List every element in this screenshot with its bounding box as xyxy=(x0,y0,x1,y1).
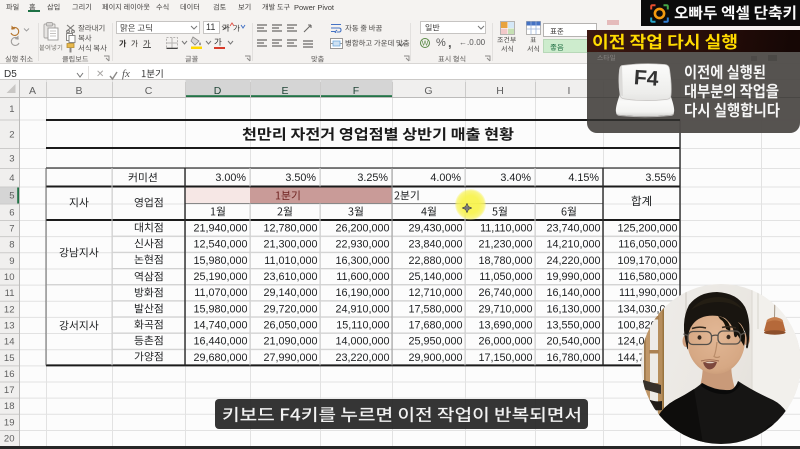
svg-text:24,910,000: 24,910,000 xyxy=(335,303,389,315)
svg-text:B: B xyxy=(75,85,82,97)
svg-text:13: 13 xyxy=(4,320,15,331)
svg-text:16,440,000: 16,440,000 xyxy=(193,336,247,348)
svg-text:20: 20 xyxy=(4,434,15,445)
svg-text:14: 14 xyxy=(4,337,15,348)
svg-text:29,680,000: 29,680,000 xyxy=(193,352,247,364)
svg-text:13,550,000: 13,550,000 xyxy=(546,319,600,331)
svg-text:11: 11 xyxy=(5,288,15,299)
svg-text:116,050,000: 116,050,000 xyxy=(618,239,677,251)
svg-text:3.55%: 3.55% xyxy=(645,172,676,184)
svg-text:17,580,000: 17,580,000 xyxy=(408,303,462,315)
svg-text:29,720,000: 29,720,000 xyxy=(263,303,317,315)
svg-text:17,150,000: 17,150,000 xyxy=(478,352,532,364)
svg-text:24,220,000: 24,220,000 xyxy=(546,255,600,267)
svg-text:D: D xyxy=(214,85,222,97)
svg-text:26,740,000: 26,740,000 xyxy=(478,287,532,299)
svg-text:20,540,000: 20,540,000 xyxy=(546,336,600,348)
svg-text:14,000,000: 14,000,000 xyxy=(335,336,389,348)
svg-text:19,990,000: 19,990,000 xyxy=(546,271,600,283)
svg-text:8: 8 xyxy=(9,240,14,251)
svg-text:11,110,000: 11,110,000 xyxy=(480,223,532,235)
svg-text:23,740,000: 23,740,000 xyxy=(546,223,600,235)
svg-text:10: 10 xyxy=(4,272,15,283)
svg-text:16,140,000: 16,140,000 xyxy=(546,287,600,299)
svg-text:C: C xyxy=(145,85,153,97)
svg-text:4.15%: 4.15% xyxy=(568,172,599,184)
svg-text:11,010,000: 11,010,000 xyxy=(264,255,317,267)
svg-text:27,990,000: 27,990,000 xyxy=(263,352,317,364)
svg-text:109,170,000: 109,170,000 xyxy=(617,255,677,267)
svg-text:25,950,000: 25,950,000 xyxy=(408,336,462,348)
svg-text:F4: F4 xyxy=(633,66,659,91)
svg-text:G: G xyxy=(424,85,432,97)
svg-text:18: 18 xyxy=(4,401,15,412)
svg-text:11,600,000: 11,600,000 xyxy=(336,271,389,283)
svg-text:16,300,000: 16,300,000 xyxy=(335,255,389,267)
svg-text:15,980,000: 15,980,000 xyxy=(193,255,247,267)
svg-text:15: 15 xyxy=(4,353,15,364)
svg-text:25,190,000: 25,190,000 xyxy=(193,271,247,283)
svg-text:7: 7 xyxy=(9,224,14,235)
svg-text:4: 4 xyxy=(9,173,14,184)
svg-text:13,690,000: 13,690,000 xyxy=(478,319,532,331)
svg-text:F: F xyxy=(353,85,359,97)
svg-text:18,780,000: 18,780,000 xyxy=(478,255,532,267)
svg-text:3.40%: 3.40% xyxy=(500,172,531,184)
svg-text:3: 3 xyxy=(9,154,14,165)
svg-text:3.00%: 3.00% xyxy=(215,172,246,184)
svg-text:11,050,000: 11,050,000 xyxy=(479,271,532,283)
svg-text:2: 2 xyxy=(9,129,14,140)
svg-text:21,090,000: 21,090,000 xyxy=(263,336,317,348)
svg-text:29,140,000: 29,140,000 xyxy=(263,287,317,299)
svg-text:E: E xyxy=(281,85,288,97)
svg-text:29,710,000: 29,710,000 xyxy=(478,303,532,315)
svg-text:14,740,000: 14,740,000 xyxy=(193,319,247,331)
svg-text:23,610,000: 23,610,000 xyxy=(263,271,317,283)
svg-text:4.00%: 4.00% xyxy=(430,172,461,184)
svg-text:12,780,000: 12,780,000 xyxy=(263,223,317,235)
svg-text:1: 1 xyxy=(9,104,14,115)
svg-text:12,710,000: 12,710,000 xyxy=(408,287,462,299)
svg-text:14,210,000: 14,210,000 xyxy=(546,239,600,251)
svg-text:19: 19 xyxy=(4,417,15,428)
svg-text:23,840,000: 23,840,000 xyxy=(408,239,462,251)
svg-text:3.50%: 3.50% xyxy=(285,172,316,184)
svg-text:26,000,000: 26,000,000 xyxy=(478,336,532,348)
svg-text:23,220,000: 23,220,000 xyxy=(335,352,389,364)
svg-text:15,110,000: 15,110,000 xyxy=(336,319,389,331)
svg-text:17: 17 xyxy=(4,385,15,396)
svg-text:12,540,000: 12,540,000 xyxy=(193,239,247,251)
svg-text:12: 12 xyxy=(4,304,15,315)
svg-text:22,930,000: 22,930,000 xyxy=(335,239,389,251)
svg-text:I: I xyxy=(568,85,571,97)
svg-text:16,190,000: 16,190,000 xyxy=(335,287,389,299)
svg-text:116,580,000: 116,580,000 xyxy=(618,271,677,283)
svg-text:H: H xyxy=(496,85,504,97)
svg-text:16: 16 xyxy=(4,369,15,380)
svg-text:16,130,000: 16,130,000 xyxy=(546,303,600,315)
svg-text:25,140,000: 25,140,000 xyxy=(408,271,462,283)
svg-text:21,300,000: 21,300,000 xyxy=(263,239,317,251)
svg-text:15,980,000: 15,980,000 xyxy=(193,303,247,315)
svg-text:26,200,000: 26,200,000 xyxy=(335,223,389,235)
svg-text:22,880,000: 22,880,000 xyxy=(408,255,462,267)
svg-text:29,430,000: 29,430,000 xyxy=(408,223,462,235)
svg-text:3.25%: 3.25% xyxy=(357,172,388,184)
svg-text:5: 5 xyxy=(9,191,14,202)
svg-text:16,780,000: 16,780,000 xyxy=(546,352,600,364)
svg-text:26,050,000: 26,050,000 xyxy=(263,319,317,331)
svg-text:125,200,000: 125,200,000 xyxy=(617,223,677,235)
svg-text:21,940,000: 21,940,000 xyxy=(193,223,247,235)
svg-text:6: 6 xyxy=(9,207,14,218)
svg-text:9: 9 xyxy=(9,256,14,267)
svg-text:21,230,000: 21,230,000 xyxy=(478,239,532,251)
svg-text:17,680,000: 17,680,000 xyxy=(408,319,462,331)
svg-text:A: A xyxy=(29,85,36,97)
svg-text:11,070,000: 11,070,000 xyxy=(194,287,247,299)
svg-text:29,900,000: 29,900,000 xyxy=(408,352,462,364)
